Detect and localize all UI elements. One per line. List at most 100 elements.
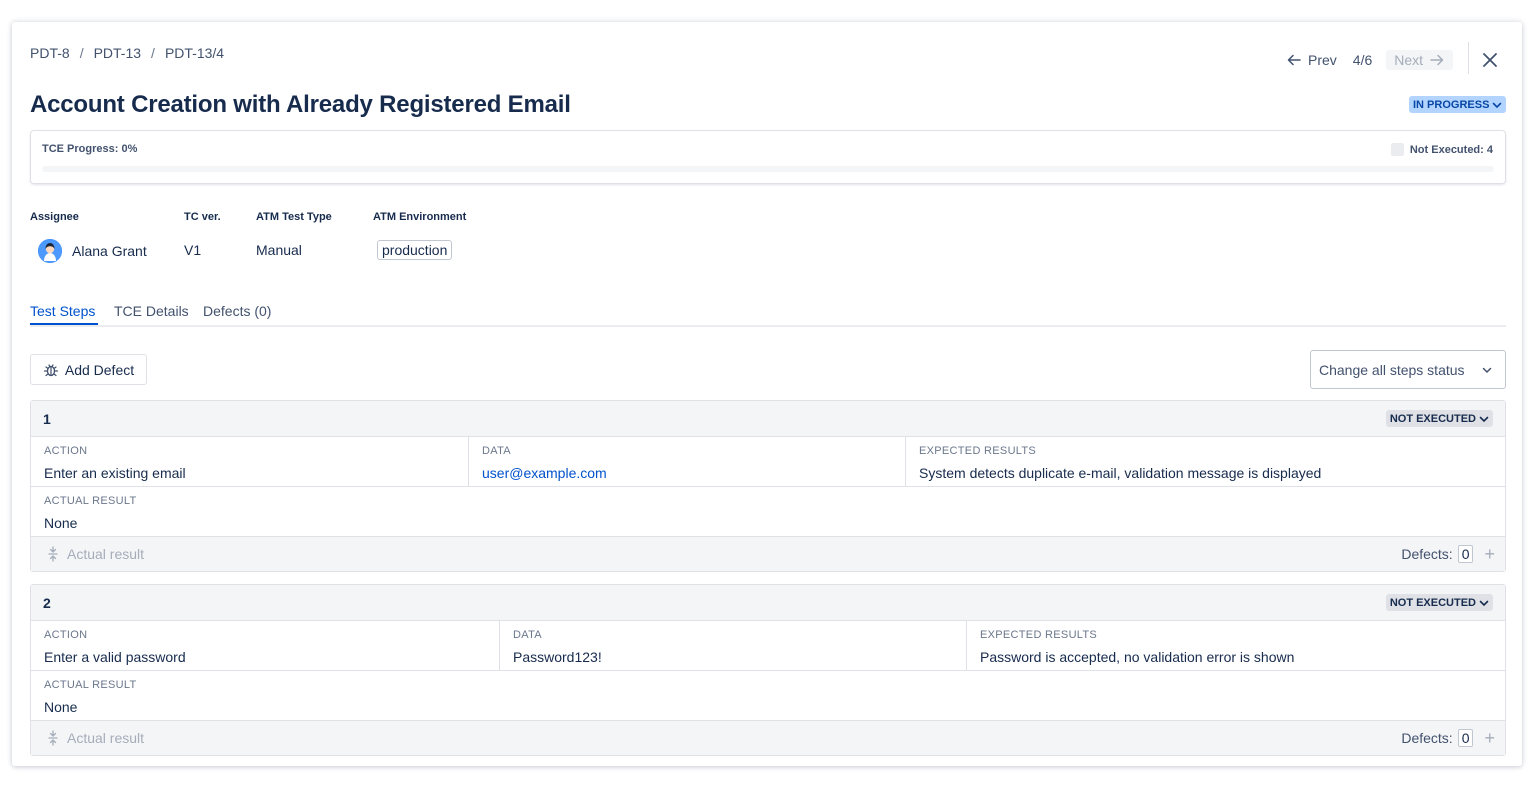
expected-value: Password is accepted, no validation erro… — [980, 649, 1295, 665]
environment-tag: production — [377, 240, 453, 260]
expand-icon — [48, 730, 58, 746]
progress-label: TCE Progress: 0% — [42, 143, 138, 155]
add-icon[interactable]: + — [1484, 729, 1495, 747]
legend-swatch — [1390, 143, 1404, 156]
nav-divider — [1468, 42, 1469, 74]
page-title: Account Creation with Already Registered… — [30, 91, 571, 118]
arrow-right-icon — [1430, 54, 1444, 66]
tc-version-label: TC ver. — [184, 211, 221, 223]
actual-cell: ACTUAL RESULT None — [31, 487, 1505, 537]
step-number: 2 — [43, 595, 51, 611]
close-icon — [1483, 53, 1497, 67]
tab-test-steps[interactable]: Test Steps — [30, 303, 95, 319]
legend-label: Not Executed: 4 — [1409, 143, 1493, 156]
prev-label: Prev — [1308, 52, 1337, 68]
defects-label: Defects: — [1401, 546, 1453, 562]
breadcrumb-item[interactable]: PDT-13/4 — [165, 45, 224, 61]
progress-card: TCE Progress: 0% Not Executed: 4 — [30, 130, 1506, 184]
data-value: Password123! — [513, 649, 602, 665]
action-label: ACTION — [44, 445, 88, 457]
actual-cell: ACTUAL RESULT None — [31, 671, 1505, 721]
bug-icon — [43, 363, 58, 376]
action-value: Enter an existing email — [44, 465, 186, 481]
step-defects: Defects: 0 + — [1401, 545, 1495, 563]
add-defect-button[interactable]: Add Defect — [30, 354, 147, 385]
close-button[interactable] — [1480, 50, 1500, 70]
avatar — [38, 239, 62, 263]
actual-label: ACTUAL RESULT — [44, 679, 137, 691]
step-status-label: NOT EXECUTED — [1389, 412, 1476, 425]
test-type-value: Manual — [256, 242, 302, 258]
assignee-label: Assignee — [30, 211, 79, 223]
actual-value: None — [44, 699, 78, 715]
data-label: DATA — [513, 629, 542, 641]
step-details-row: ACTION Enter an existing email DATA user… — [31, 437, 1505, 487]
data-cell: DATA user@example.com — [468, 437, 905, 487]
status-dropdown[interactable]: IN PROGRESS — [1409, 96, 1507, 113]
step-footer: Actual result Defects: 0 + — [31, 537, 1505, 571]
data-value-link[interactable]: user@example.com — [482, 465, 892, 481]
change-all-status-label: Change all steps status — [1319, 361, 1465, 378]
action-label: ACTION — [44, 629, 88, 641]
chevron-down-icon — [1479, 416, 1489, 422]
expand-icon — [48, 546, 58, 562]
test-step-card: 2 NOT EXECUTED ACTION Enter a valid pass… — [30, 584, 1506, 756]
test-type-label: ATM Test Type — [256, 211, 332, 223]
defects-count[interactable]: 0 — [1457, 729, 1474, 747]
actual-result-button[interactable]: Actual result — [47, 546, 144, 562]
actual-result-row: ACTUAL RESULT None — [31, 487, 1505, 537]
action-value: Enter a valid password — [44, 649, 186, 665]
tab-defects[interactable]: Defects (0) — [203, 303, 271, 319]
expected-label: EXPECTED RESULTS — [919, 445, 1037, 457]
expected-cell: EXPECTED RESULTS Password is accepted, n… — [966, 621, 1505, 671]
add-defect-label: Add Defect — [64, 361, 135, 378]
change-all-status-select[interactable]: Change all steps status — [1310, 350, 1506, 389]
breadcrumb-separator: / — [151, 45, 155, 61]
action-cell: ACTION Enter an existing email — [31, 437, 468, 487]
expected-label: EXPECTED RESULTS — [980, 629, 1098, 641]
page-counter: 4/6 — [1352, 52, 1373, 68]
step-defects: Defects: 0 + — [1401, 729, 1495, 747]
data-cell: DATA Password123! — [499, 621, 966, 671]
arrow-left-icon — [1287, 54, 1301, 66]
environment-label: ATM Environment — [373, 211, 467, 223]
data-label: DATA — [482, 445, 511, 457]
step-footer: Actual result Defects: 0 + — [31, 721, 1505, 755]
step-status-dropdown[interactable]: NOT EXECUTED — [1385, 410, 1493, 427]
step-status-label: NOT EXECUTED — [1389, 596, 1476, 609]
step-header: 2 NOT EXECUTED — [31, 585, 1505, 621]
progress-legend: Not Executed: 4 — [1390, 143, 1493, 156]
tc-version-value: V1 — [184, 242, 202, 258]
actual-result-button[interactable]: Actual result — [47, 730, 144, 746]
chevron-down-icon — [1479, 600, 1489, 606]
test-step-card: 1 NOT EXECUTED ACTION Enter an existing … — [30, 400, 1506, 572]
chevron-down-icon — [1482, 367, 1492, 373]
breadcrumb-item[interactable]: PDT-8 — [30, 45, 70, 61]
next-label: Next — [1394, 52, 1424, 68]
add-icon[interactable]: + — [1484, 545, 1495, 563]
actual-result-row: ACTUAL RESULT None — [31, 671, 1505, 721]
step-details-row: ACTION Enter a valid password DATA Passw… — [31, 621, 1505, 671]
step-header: 1 NOT EXECUTED — [31, 401, 1505, 437]
expected-cell: EXPECTED RESULTS System detects duplicat… — [905, 437, 1505, 487]
progress-bar — [42, 166, 1494, 172]
tab-bar: Test Steps TCE Details Defects (0) — [30, 303, 1506, 327]
actual-result-label: Actual result — [67, 730, 145, 746]
assignee-name[interactable]: Alana Grant — [72, 243, 147, 259]
chevron-down-icon — [1493, 102, 1502, 108]
expected-value: System detects duplicate e-mail, validat… — [919, 465, 1322, 481]
prev-button[interactable]: Prev — [1286, 52, 1337, 68]
defects-count[interactable]: 0 — [1457, 545, 1474, 563]
step-number: 1 — [43, 411, 51, 427]
breadcrumb-item[interactable]: PDT-13 — [94, 45, 141, 61]
defects-label: Defects: — [1401, 730, 1453, 746]
tab-tce-details[interactable]: TCE Details — [114, 303, 189, 319]
action-cell: ACTION Enter a valid password — [31, 621, 499, 671]
next-button[interactable]: Next — [1386, 50, 1454, 70]
actual-result-label: Actual result — [67, 546, 145, 562]
active-tab-indicator — [30, 323, 98, 325]
actual-label: ACTUAL RESULT — [44, 495, 137, 507]
status-label: IN PROGRESS — [1413, 98, 1490, 111]
actual-value: None — [44, 515, 78, 531]
step-status-dropdown[interactable]: NOT EXECUTED — [1385, 594, 1493, 611]
